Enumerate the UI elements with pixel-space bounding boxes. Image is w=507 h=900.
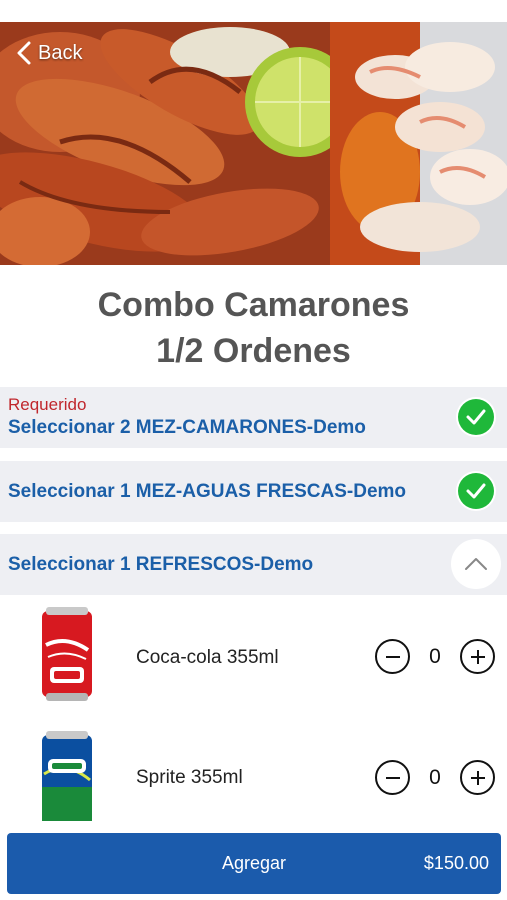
option-name: Coca-cola 355ml [136,647,279,668]
quantity-value: 0 [429,644,441,668]
status-bar [0,0,507,22]
section-refrescos[interactable]: Seleccionar 1 REFRESCOS-Demo [0,534,507,595]
section-aguas-frescas[interactable]: Seleccionar 1 MEZ-AGUAS FRESCAS-Demo [0,461,507,522]
section-label: Seleccionar 2 MEZ-CAMARONES-Demo [8,417,366,438]
add-to-cart-button[interactable]: Agregar $150.00 [7,833,501,894]
back-button[interactable]: Back [14,38,82,68]
quantity-value: 0 [429,765,441,789]
total-price: $150.00 [423,853,489,873]
plus-icon[interactable] [460,639,495,674]
plus-icon[interactable] [460,760,495,795]
option-name: Sprite 355ml [136,767,243,788]
coca-cola-can-icon [42,607,92,701]
product-title: Combo Camarones 1/2 Ordenes [97,286,410,370]
chevron-up-icon[interactable] [451,539,501,589]
quantity-stepper: 0 [375,760,495,795]
section-label: Seleccionar 1 MEZ-AGUAS FRESCAS-Demo [8,481,407,502]
check-icon [456,397,496,437]
chevron-left-icon [17,41,31,65]
section-label: Seleccionar 1 REFRESCOS-Demo [8,554,314,575]
back-label: Back [38,41,83,64]
minus-icon[interactable] [375,639,410,674]
quantity-stepper: 0 [375,639,495,674]
list-item: Sprite 355ml 0 [0,717,507,832]
section-camarones[interactable]: Requerido Seleccionar 2 MEZ-CAMARONES-De… [0,387,507,448]
required-label: Requerido [8,395,87,414]
list-item: Coca-cola 355ml 0 [0,597,507,717]
check-icon [456,471,496,511]
minus-icon[interactable] [375,760,410,795]
sprite-can-icon [42,731,92,821]
